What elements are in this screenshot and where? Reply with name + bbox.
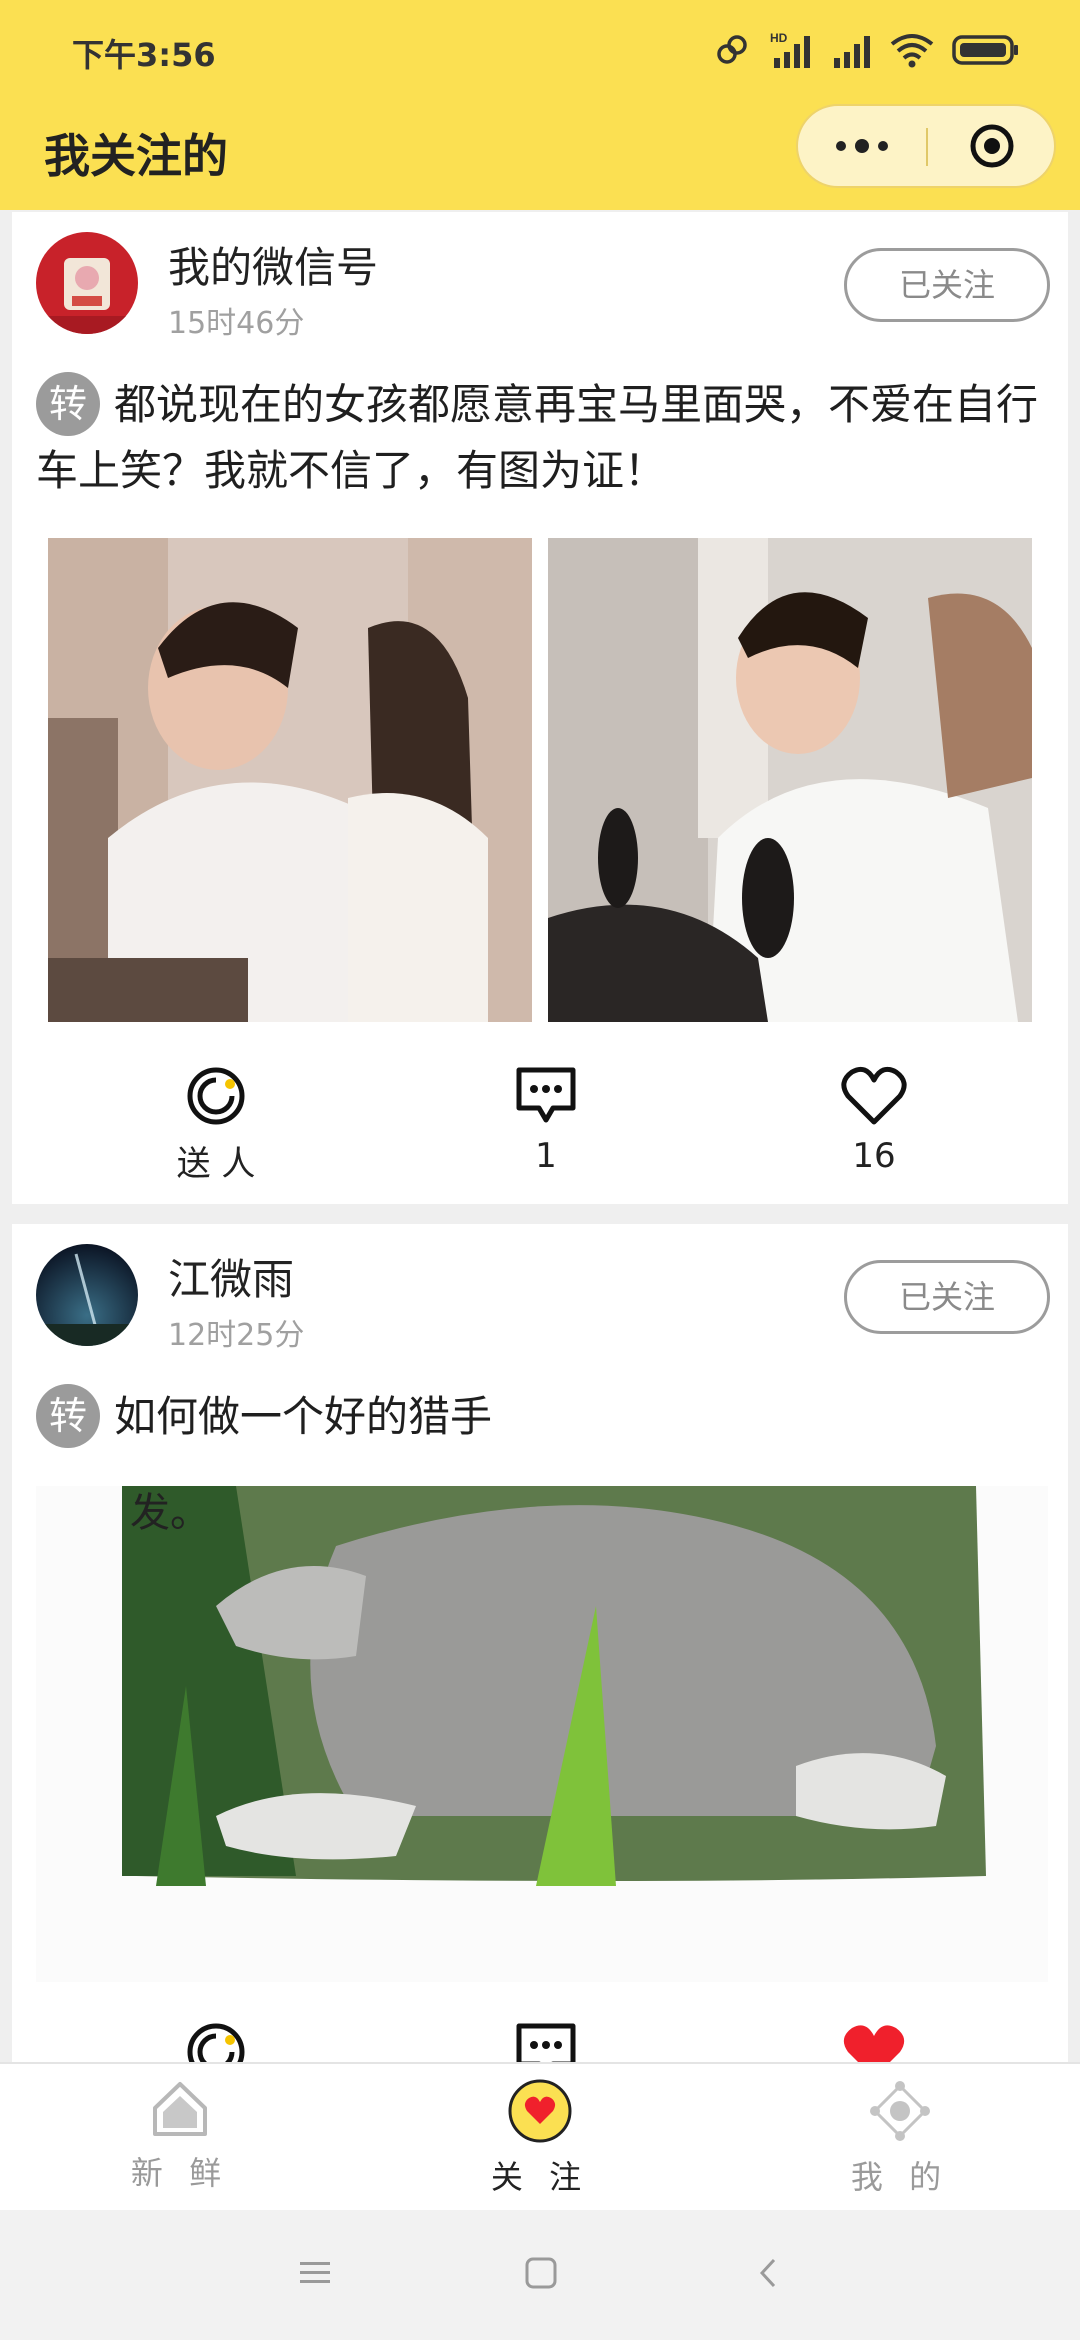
signal-icon bbox=[834, 36, 870, 68]
repost-badge: 转 bbox=[36, 1384, 100, 1448]
post-text-content: 如何做一个好的猎手 bbox=[114, 1392, 493, 1441]
gift-label: 送 人 bbox=[176, 1144, 256, 1184]
wifi-icon bbox=[890, 34, 934, 68]
follow-button[interactable]: 已关注 bbox=[844, 248, 1050, 322]
system-nav-bar bbox=[0, 2210, 1080, 2340]
gift-ring-icon bbox=[187, 1067, 245, 1125]
status-time: 下午3:56 bbox=[72, 36, 216, 74]
avatar[interactable] bbox=[36, 1244, 138, 1346]
home-button-icon[interactable] bbox=[524, 2256, 558, 2290]
more-dot-icon bbox=[878, 141, 888, 151]
more-dot-icon bbox=[855, 139, 869, 153]
post-photo[interactable] bbox=[548, 538, 1032, 1022]
image-caption: 发。 bbox=[130, 1490, 210, 1536]
heart-outline-icon bbox=[841, 1066, 907, 1125]
repost-badge: 转 bbox=[36, 372, 100, 436]
close-miniprogram-button[interactable] bbox=[968, 122, 1016, 170]
post-card: 我的微信号 15时46分 已关注 转都说现在的女孩都愿意再宝马里面哭，不爱在自行… bbox=[12, 212, 1068, 1204]
menu-icon[interactable] bbox=[298, 2256, 332, 2290]
like-count: 16 bbox=[852, 1136, 896, 1176]
capsule-divider bbox=[926, 128, 928, 166]
heart-badge-icon bbox=[508, 2079, 572, 2143]
tab-label: 新 鲜 bbox=[130, 2154, 230, 2192]
like-action[interactable]: 16 bbox=[794, 1064, 954, 1176]
avatar[interactable] bbox=[36, 232, 138, 334]
post-photo[interactable] bbox=[48, 538, 532, 1022]
more-dot-icon bbox=[836, 141, 846, 151]
user-name[interactable]: 我的微信号 bbox=[168, 234, 378, 295]
status-icons: HD bbox=[714, 28, 1020, 72]
navbar: 我关注的 bbox=[0, 100, 1080, 210]
back-icon[interactable] bbox=[752, 2256, 786, 2290]
network-badge-text: HD bbox=[770, 31, 788, 45]
post-text-content: 都说现在的女孩都愿意再宝马里面哭，不爱在自行车上笑？我就不信了，有图为证！ bbox=[36, 380, 1039, 495]
post-photo[interactable]: 发。 bbox=[36, 1486, 1048, 1982]
tab-mine[interactable]: 我 的 bbox=[800, 2078, 1000, 2198]
miniprogram-capsule bbox=[796, 104, 1056, 188]
network-icon bbox=[870, 2081, 930, 2141]
tab-bar: 新 鲜 关 注 我 的 bbox=[0, 2062, 1080, 2212]
comment-action[interactable]: 1 bbox=[466, 1064, 626, 1176]
link-icon bbox=[717, 35, 747, 64]
battery-icon bbox=[952, 35, 1018, 65]
tab-label: 我 的 bbox=[850, 2158, 950, 2196]
post-text[interactable]: 转如何做一个好的猎手 bbox=[36, 1384, 1046, 1450]
post-time: 12时25分 bbox=[168, 1318, 305, 1353]
more-menu-button[interactable] bbox=[798, 106, 926, 186]
post-text[interactable]: 转都说现在的女孩都愿意再宝马里面哭，不爱在自行车上笑？我就不信了，有图为证！ bbox=[36, 372, 1046, 504]
tab-fresh[interactable]: 新 鲜 bbox=[80, 2078, 280, 2194]
gift-action[interactable]: 送 人 bbox=[136, 1064, 296, 1185]
status-bar: 下午3:56 HD bbox=[0, 0, 1080, 100]
follow-button[interactable]: 已关注 bbox=[844, 1260, 1050, 1334]
home-icon bbox=[153, 2082, 207, 2136]
comment-count: 1 bbox=[535, 1136, 557, 1176]
signal-hd-icon: HD bbox=[770, 31, 810, 68]
tab-following[interactable]: 关 注 bbox=[440, 2078, 640, 2198]
user-name[interactable]: 江微雨 bbox=[168, 1246, 294, 1307]
post-time: 15时46分 bbox=[168, 306, 305, 341]
tab-label: 关 注 bbox=[490, 2158, 590, 2196]
post-card: 江微雨 12时25分 已关注 转如何做一个好的猎手 发。 bbox=[12, 1224, 1068, 2124]
page-title: 我关注的 bbox=[44, 129, 228, 183]
comment-icon bbox=[516, 1067, 576, 1123]
